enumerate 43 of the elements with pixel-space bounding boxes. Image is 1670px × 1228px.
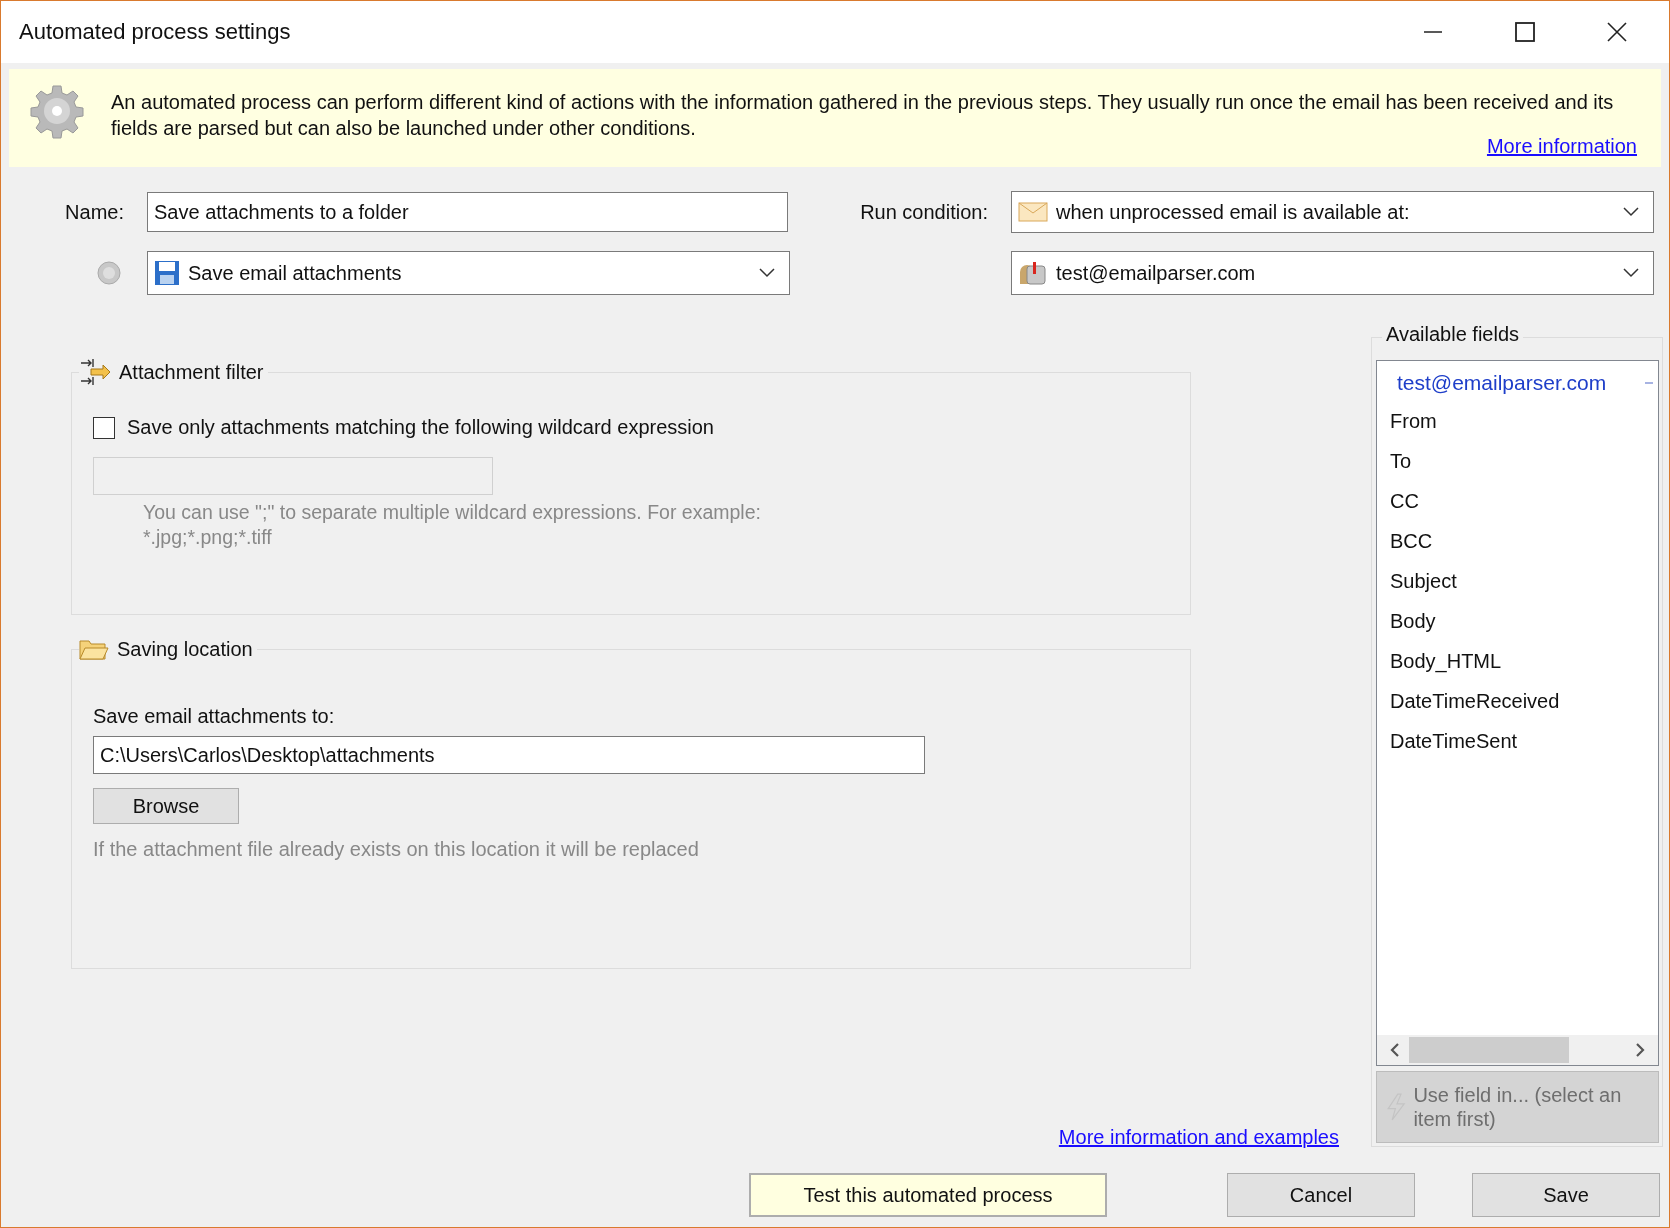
- test-button[interactable]: Test this automated process: [749, 1173, 1107, 1217]
- field-list-item[interactable]: Body_HTML: [1377, 641, 1658, 681]
- chevron-down-icon: [1623, 268, 1639, 278]
- group-title: Attachment filter: [119, 360, 264, 384]
- run-condition-dropdown[interactable]: when unprocessed email is available at:: [1011, 191, 1654, 233]
- window-title: Automated process settings: [19, 19, 291, 45]
- envelope-icon: [1018, 202, 1048, 222]
- mailbox-icon: [1018, 260, 1048, 286]
- field-list-item[interactable]: CC: [1377, 481, 1658, 521]
- maximize-icon[interactable]: [1515, 22, 1535, 42]
- horizontal-scrollbar[interactable]: [1377, 1035, 1658, 1065]
- name-field[interactable]: Save attachments to a folder: [147, 192, 788, 232]
- list-group-header[interactable]: test@emailparser.com: [1397, 371, 1607, 395]
- field-list-item[interactable]: DateTimeReceived: [1377, 681, 1658, 721]
- path-label: Save email attachments to:: [93, 705, 336, 728]
- dialog-button[interactable]: Save: [1472, 1173, 1660, 1217]
- browse-button[interactable]: Browse: [93, 788, 239, 824]
- field-list-item[interactable]: BCC: [1377, 521, 1658, 561]
- filter-arrows-icon: [79, 357, 111, 387]
- dialog-button[interactable]: Cancel: [1227, 1173, 1415, 1217]
- checkbox[interactable]: [93, 416, 115, 439]
- group-title: Saving location: [117, 637, 253, 661]
- name-label: Name:: [64, 200, 124, 224]
- checkbox-label: Save only attachments matching the following wildcard expression: [127, 416, 714, 439]
- close-icon[interactable]: [1607, 22, 1627, 42]
- chevron-down-icon: [759, 268, 775, 278]
- field-list-item[interactable]: To: [1377, 441, 1658, 481]
- run-condition-label: Run condition:: [859, 200, 988, 224]
- scrollbar-thumb[interactable]: [1409, 1037, 1569, 1063]
- more-information-link[interactable]: More information and examples: [1058, 1126, 1339, 1149]
- scroll-right-icon[interactable]: [1634, 1042, 1646, 1058]
- note-text: If the attachment file already exists on this location it will be replaced: [93, 838, 700, 861]
- mailbox-dropdown[interactable]: test@emailparser.com: [1011, 251, 1654, 295]
- hint-text: You can use ";" to separate multiple wildcard expressions. For example: *.jpg;*.png;*.tiff: [143, 500, 762, 550]
- scroll-left-icon[interactable]: [1389, 1042, 1401, 1058]
- chevron-down-icon: [1623, 207, 1639, 217]
- path-field[interactable]: C:\Users\Carlos\Desktop\attachments: [93, 736, 925, 774]
- folder-icon: [79, 638, 109, 660]
- field-list-item[interactable]: DateTimeSent: [1377, 721, 1658, 761]
- field-list-item[interactable]: Subject: [1377, 561, 1658, 601]
- field-list-item[interactable]: Body: [1377, 601, 1658, 641]
- field-list-item[interactable]: From: [1377, 401, 1658, 441]
- action-dropdown[interactable]: Save email attachments: [147, 251, 790, 295]
